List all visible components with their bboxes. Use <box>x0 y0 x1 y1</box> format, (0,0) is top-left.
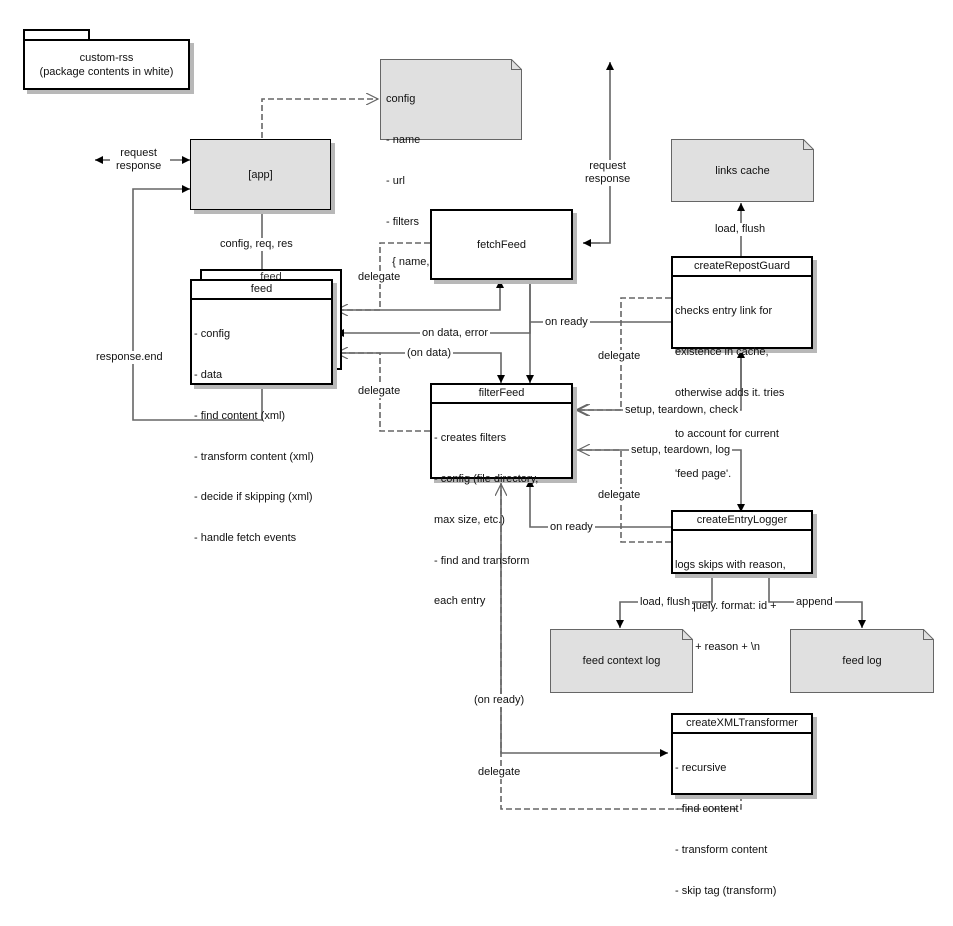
edge-label-append: append <box>794 596 835 609</box>
node-filter-feed-item: - find and transform <box>434 554 530 567</box>
node-feed-item: - config <box>194 328 231 341</box>
node-feed-title: feed <box>192 281 331 300</box>
node-create-repost-guard-item: to account for current <box>675 427 779 440</box>
node-fetch-feed-label: fetchFeed <box>477 238 526 251</box>
note-config-line: - name <box>386 133 421 146</box>
note-feed-context-log: feed context log <box>550 629 693 693</box>
note-links-cache-label: links cache <box>715 164 770 177</box>
edge-label-delegate-xml: delegate <box>476 766 523 779</box>
edge-label-setup-check: setup, teardown, check <box>623 404 741 417</box>
package-name: custom-rss <box>79 51 134 64</box>
edge-label-load-flush-ctx: load, flush <box>638 596 693 609</box>
node-feed-item: - find content (xml) <box>194 409 286 422</box>
node-create-entry-logger-item: logs skips with reason, <box>675 559 786 572</box>
node-create-repost-guard-item: checks entry link for <box>675 305 773 318</box>
note-config-line: - url <box>386 174 405 187</box>
node-create-xml-transformer-item: - find content <box>675 802 739 815</box>
note-config: config - name - url - filters { name, ty… <box>380 59 522 268</box>
note-feed-context-log-label: feed context log <box>582 655 661 667</box>
edge-label-on-ready-logger: on ready <box>548 521 595 534</box>
edge-label-fetch-io: request response <box>583 160 633 186</box>
edge-label-delegate-fetch: delegate <box>356 271 403 284</box>
edge-label-on-data-error: on data, error <box>420 327 491 340</box>
node-filter-feed-item: - config (file directory, <box>434 472 539 485</box>
edge-label-setup-log: setup, teardown, log <box>629 444 733 457</box>
edge-label-app-io: request response <box>114 147 164 173</box>
edge-fetch-io <box>583 62 614 244</box>
node-app[interactable]: [app] <box>190 139 331 210</box>
edge-label-on-ready-xml: (on ready) <box>472 694 527 707</box>
package-caption: (package contents in white) <box>39 65 174 78</box>
node-create-xml-transformer[interactable]: createXMLTransformer - recursive - find … <box>671 713 813 897</box>
node-feed-item: - transform content (xml) <box>194 450 314 463</box>
package-tab <box>23 29 90 39</box>
node-create-repost-guard-item: otherwise adds it. tries <box>675 386 785 399</box>
node-app-label: [app] <box>248 168 273 181</box>
edge-label-response-end: response.end <box>94 351 165 364</box>
node-create-entry-logger[interactable]: createEntryLogger logs skips with reason… <box>671 510 813 653</box>
node-create-repost-guard[interactable]: createRepostGuard checks entry link for … <box>671 256 813 480</box>
node-feed-item: - decide if skipping (xml) <box>194 491 313 504</box>
note-links-cache: links cache <box>671 139 814 202</box>
node-filter-feed-item: each entry <box>434 595 486 608</box>
package-custom-rss: custom-rss (package contents in white) <box>23 39 190 90</box>
node-fetch-feed[interactable]: fetchFeed <box>430 209 573 280</box>
node-create-xml-transformer-title: createXMLTransformer <box>673 715 811 734</box>
edge-label-app-to-feed: config, req, res <box>218 238 295 251</box>
node-create-repost-guard-title: createRepostGuard <box>673 258 811 277</box>
edge-label-delegate-logger: delegate <box>596 489 643 502</box>
node-create-xml-transformer-item: - recursive <box>675 762 727 775</box>
node-create-entry-logger-item: uniquely. format: id + <box>675 599 777 612</box>
edge-label-delegate-filter: delegate <box>356 385 403 398</box>
edge-label-delegate-guard: delegate <box>596 350 643 363</box>
node-create-entry-logger-title: createEntryLogger <box>673 512 811 531</box>
node-feed[interactable]: feed - config - data - find content (xml… <box>190 279 333 544</box>
node-filter-feed-title: filterFeed <box>432 385 571 404</box>
edge-label-load-flush-cache: load, flush <box>713 223 768 236</box>
edge-app-config <box>261 99 378 138</box>
node-create-repost-guard-item: existence in cache, <box>675 345 769 358</box>
node-create-xml-transformer-item: - skip tag (transform) <box>675 884 777 897</box>
note-config-line: config <box>386 93 416 106</box>
node-filter-feed-item: - creates filters <box>434 432 507 445</box>
node-create-repost-guard-item: 'feed page'. <box>675 468 732 481</box>
edge-label-on-data: (on data) <box>405 347 454 360</box>
note-feed-log: feed log <box>790 629 934 693</box>
edge-label-on-ready-fetch: on ready <box>543 316 590 329</box>
node-feed-item: - data <box>194 368 223 381</box>
note-feed-log-label: feed log <box>842 655 882 667</box>
node-create-xml-transformer-item: - transform content <box>675 843 768 856</box>
node-feed-item: - handle fetch events <box>194 532 297 545</box>
node-filter-feed[interactable]: filterFeed - creates filters - config (f… <box>430 383 573 607</box>
